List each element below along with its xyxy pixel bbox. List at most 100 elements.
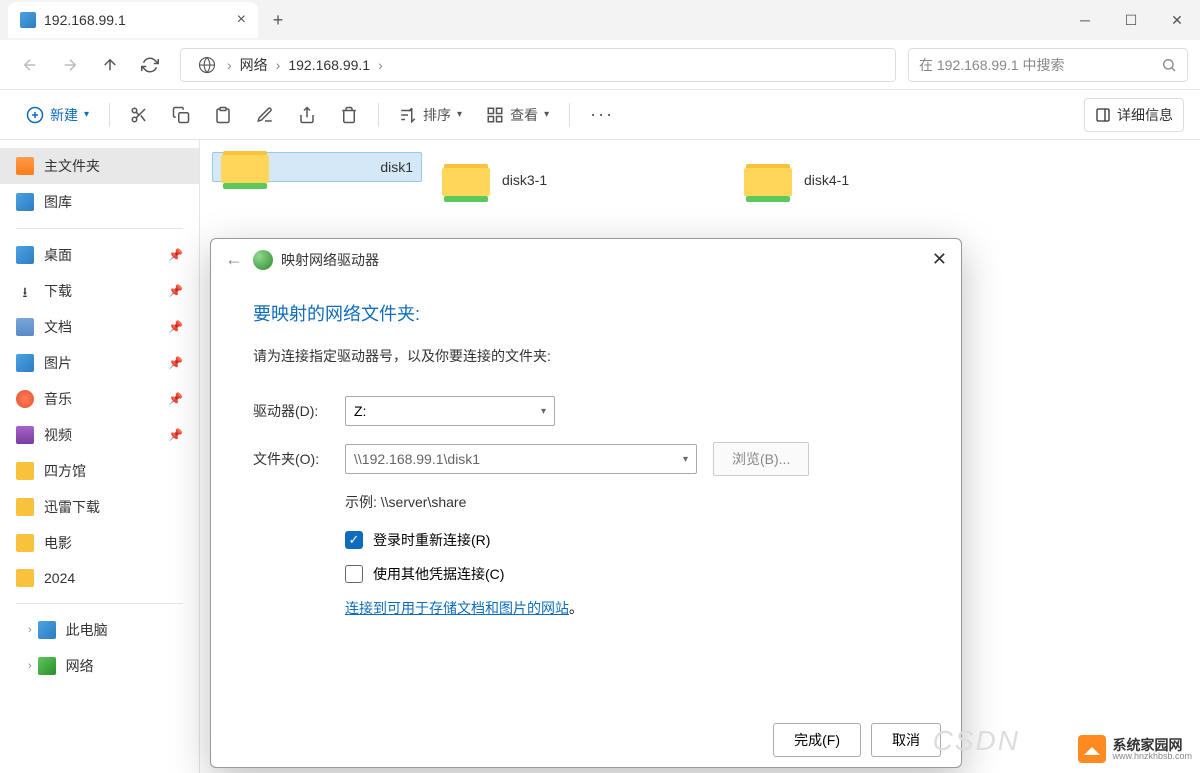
sort-button[interactable]: 排序 ▾ xyxy=(389,99,472,131)
rename-button[interactable] xyxy=(246,100,284,130)
pin-icon: 📌 xyxy=(168,320,183,334)
cut-button[interactable] xyxy=(120,100,158,130)
folder-label: disk4-1 xyxy=(804,172,849,188)
folder-label: disk1 xyxy=(380,159,413,175)
minimize-button[interactable]: ─ xyxy=(1062,0,1108,40)
sidebar-item-documents[interactable]: 文档📌 xyxy=(0,309,199,345)
back-button[interactable] xyxy=(12,47,48,83)
reconnect-checkbox-row[interactable]: ✓ 登录时重新连接(R) xyxy=(345,530,919,550)
toolbar: 新建 ▾ 排序 ▾ 查看 ▾ ··· 详细信息 xyxy=(0,90,1200,140)
dialog-title: 映射网络驱动器 xyxy=(281,250,379,270)
connect-website-link[interactable]: 连接到可用于存储文档和图片的网站 xyxy=(345,600,569,616)
chevron-down-icon: ▾ xyxy=(683,454,688,465)
folder-item[interactable]: disk4-1 xyxy=(736,152,1026,208)
folder-item[interactable]: disk3-1 xyxy=(434,152,724,208)
breadcrumb[interactable]: › 网络 › 192.168.99.1 › xyxy=(180,48,896,82)
browse-button[interactable]: 浏览(B)... xyxy=(713,442,809,476)
pin-icon: 📌 xyxy=(168,392,183,406)
credentials-checkbox[interactable] xyxy=(345,565,363,583)
folder-icon xyxy=(16,498,34,516)
breadcrumb-host[interactable]: 192.168.99.1 xyxy=(282,55,376,75)
dialog-close-button[interactable]: ✕ xyxy=(932,249,947,270)
chevron-right-icon: › xyxy=(274,57,283,73)
video-icon xyxy=(16,426,34,444)
sidebar-item-sifang[interactable]: 四方馆 xyxy=(0,453,199,489)
chevron-down-icon: ▾ xyxy=(457,109,462,120)
address-bar: › 网络 › 192.168.99.1 › 在 192.168.99.1 中搜索 xyxy=(0,40,1200,90)
sidebar-item-pictures[interactable]: 图片📌 xyxy=(0,345,199,381)
folder-row: 文件夹(O): \\192.168.99.1\disk1 ▾ 浏览(B)... xyxy=(253,442,919,476)
network-icon xyxy=(38,657,56,675)
tab-icon xyxy=(20,12,36,28)
folder-item[interactable]: disk1 xyxy=(212,152,422,182)
csdn-watermark: CSDN xyxy=(933,725,1020,757)
map-drive-dialog: ✕ ← 映射网络驱动器 要映射的网络文件夹: 请为连接指定驱动器号，以及你要连接… xyxy=(210,238,962,768)
share-folder-icon xyxy=(442,160,490,200)
tab-close-icon[interactable]: × xyxy=(237,11,246,29)
copy-button[interactable] xyxy=(162,100,200,130)
sidebar-item-videos[interactable]: 视频📌 xyxy=(0,417,199,453)
refresh-button[interactable] xyxy=(132,47,168,83)
dialog-buttons: 完成(F) 取消 xyxy=(773,713,941,767)
share-folder-icon xyxy=(744,160,792,200)
tab-title: 192.168.99.1 xyxy=(44,12,229,28)
chevron-down-icon: ▾ xyxy=(84,109,89,120)
pin-icon: 📌 xyxy=(168,284,183,298)
sidebar-item-xunlei[interactable]: 迅雷下载 xyxy=(0,489,199,525)
sidebar-item-this-pc[interactable]: ›此电脑 xyxy=(0,612,199,648)
music-icon xyxy=(16,390,34,408)
drive-select[interactable]: Z: ▾ xyxy=(345,396,555,426)
folder-icon xyxy=(16,534,34,552)
sidebar-item-2024[interactable]: 2024 xyxy=(0,561,199,595)
chevron-down-icon: ▾ xyxy=(544,109,549,120)
up-button[interactable] xyxy=(92,47,128,83)
globe-icon xyxy=(189,47,225,83)
site-watermark: 系统家园网 www.hnzkhbsb.com xyxy=(1078,735,1192,763)
desktop-icon xyxy=(16,246,34,264)
sidebar-item-gallery[interactable]: 图库 xyxy=(0,184,199,220)
divider xyxy=(16,228,183,229)
sidebar-item-downloads[interactable]: ⭳下载📌 xyxy=(0,273,199,309)
dialog-back-button[interactable]: ← xyxy=(225,249,243,270)
sidebar-item-desktop[interactable]: 桌面📌 xyxy=(0,237,199,273)
reconnect-checkbox[interactable]: ✓ xyxy=(345,531,363,549)
share-button[interactable] xyxy=(288,100,326,130)
pc-icon xyxy=(38,621,56,639)
gallery-icon xyxy=(16,193,34,211)
more-button[interactable]: ··· xyxy=(580,98,624,131)
credentials-checkbox-row[interactable]: 使用其他凭据连接(C) xyxy=(345,564,919,584)
dialog-body: 要映射的网络文件夹: 请为连接指定驱动器号，以及你要连接的文件夹: 驱动器(D)… xyxy=(211,280,961,638)
dialog-header: ← 映射网络驱动器 xyxy=(211,239,961,280)
close-button[interactable]: ✕ xyxy=(1154,0,1200,40)
breadcrumb-network[interactable]: 网络 xyxy=(234,53,274,77)
forward-button[interactable] xyxy=(52,47,88,83)
new-tab-button[interactable]: + xyxy=(262,4,294,36)
folder-icon xyxy=(16,569,34,587)
paste-button[interactable] xyxy=(204,100,242,130)
divider xyxy=(378,103,379,127)
share-folder-icon xyxy=(221,147,269,187)
sidebar-item-home[interactable]: 主文件夹 xyxy=(0,148,199,184)
pin-icon: 📌 xyxy=(168,248,183,262)
folder-input[interactable]: \\192.168.99.1\disk1 ▾ xyxy=(345,444,697,474)
sidebar-item-movies[interactable]: 电影 xyxy=(0,525,199,561)
chevron-right-icon: › xyxy=(28,624,32,636)
browser-tab[interactable]: 192.168.99.1 × xyxy=(8,2,258,38)
chevron-right-icon: › xyxy=(376,57,385,73)
details-pane-button[interactable]: 详细信息 xyxy=(1084,98,1184,132)
divider xyxy=(569,103,570,127)
delete-button[interactable] xyxy=(330,100,368,130)
sidebar-item-network[interactable]: ›网络 xyxy=(0,648,199,684)
maximize-button[interactable]: ☐ xyxy=(1108,0,1154,40)
folder-grid: disk1 disk3-1 disk4-1 xyxy=(212,152,1188,208)
chevron-right-icon: › xyxy=(225,57,234,73)
view-button[interactable]: 查看 ▾ xyxy=(476,99,559,131)
search-input[interactable]: 在 192.168.99.1 中搜索 xyxy=(908,48,1188,82)
document-icon xyxy=(16,318,34,336)
drive-row: 驱动器(D): Z: ▾ xyxy=(253,396,919,426)
search-icon xyxy=(1161,57,1177,73)
finish-button[interactable]: 完成(F) xyxy=(773,723,861,757)
new-button[interactable]: 新建 ▾ xyxy=(16,99,99,131)
sidebar-item-music[interactable]: 音乐📌 xyxy=(0,381,199,417)
cancel-button[interactable]: 取消 xyxy=(871,723,941,757)
